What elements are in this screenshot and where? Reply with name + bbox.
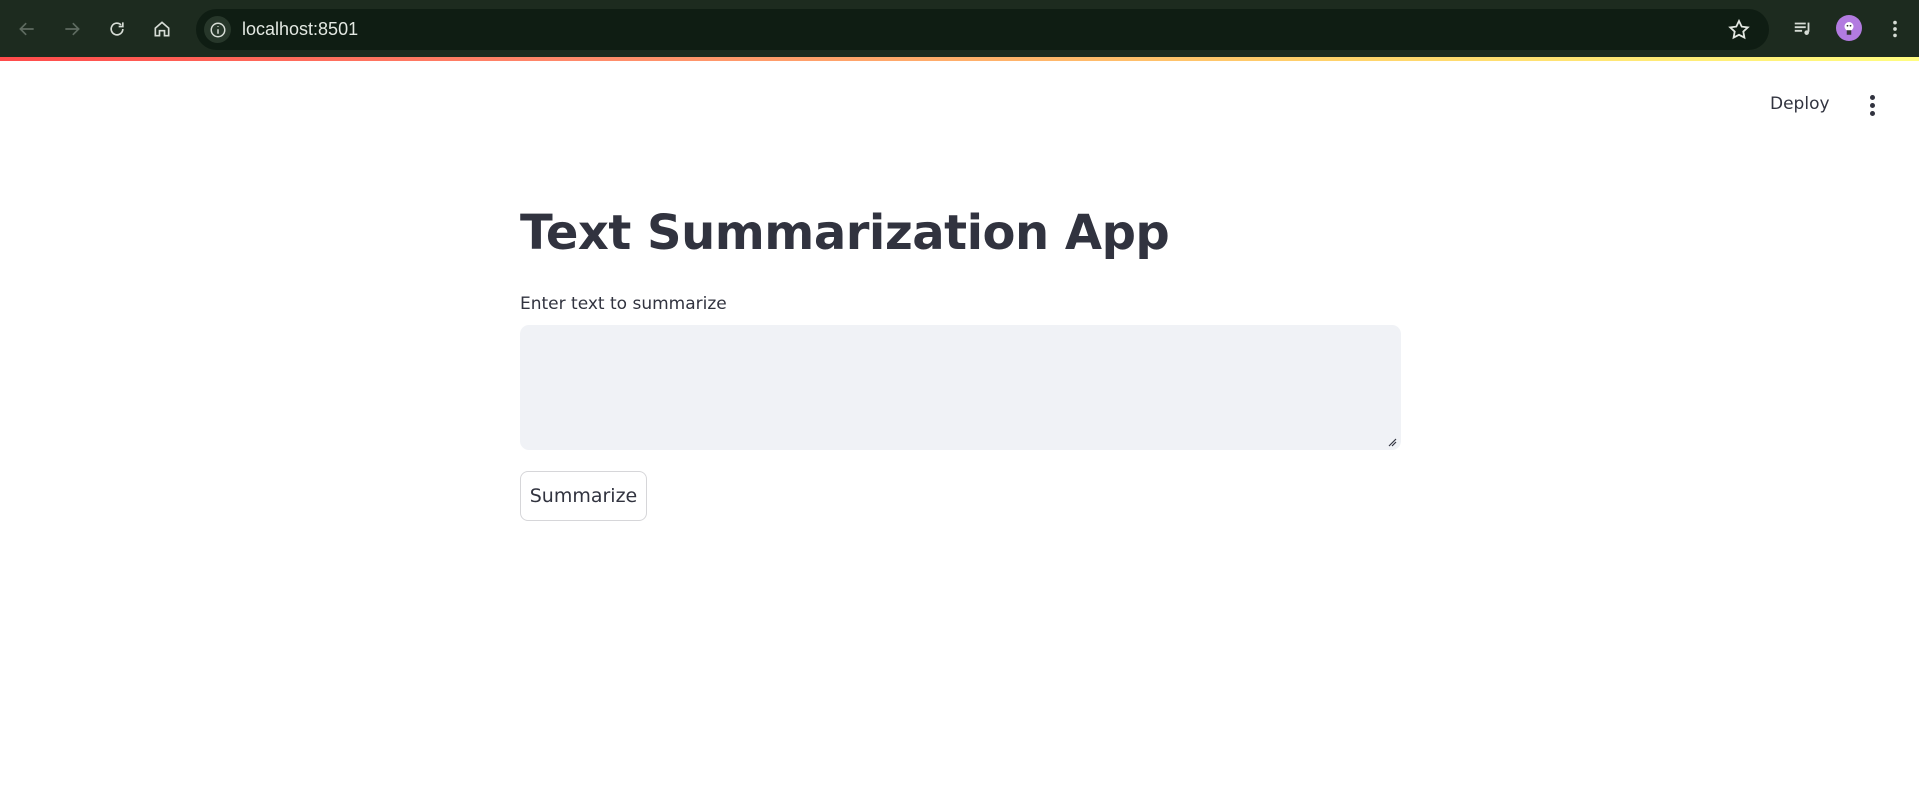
text-input-label: Enter text to summarize xyxy=(520,294,727,314)
deploy-button[interactable]: Deploy xyxy=(1770,92,1830,116)
forward-icon xyxy=(65,22,80,36)
summarize-button[interactable]: Summarize xyxy=(520,471,647,521)
media-queue-icon xyxy=(1794,22,1810,35)
summary-text-input[interactable] xyxy=(520,325,1401,450)
browser-menu-icon xyxy=(1893,20,1897,38)
home-button[interactable] xyxy=(145,12,179,46)
browser-menu-button[interactable] xyxy=(1880,14,1910,44)
resize-handle-icon[interactable] xyxy=(1387,437,1397,447)
bookmark-star-icon[interactable] xyxy=(1727,18,1751,42)
header-decoration-bar xyxy=(0,57,1919,61)
address-bar[interactable]: localhost:8501 xyxy=(196,9,1769,50)
profile-avatar[interactable] xyxy=(1836,15,1862,41)
media-queue-button[interactable] xyxy=(1788,14,1818,44)
site-info-icon xyxy=(210,22,225,37)
main-menu-button[interactable] xyxy=(1860,92,1884,118)
reload-icon xyxy=(110,22,124,36)
site-info-button[interactable] xyxy=(204,16,231,43)
url-text[interactable]: localhost:8501 xyxy=(242,19,358,40)
back-icon xyxy=(19,22,34,36)
back-button[interactable] xyxy=(10,12,44,46)
profile-icon xyxy=(1844,22,1854,35)
reload-button[interactable] xyxy=(100,12,134,46)
browser-toolbar: localhost:8501 xyxy=(0,0,1919,58)
home-icon xyxy=(154,21,170,37)
page-title: Text Summarization App xyxy=(520,205,1170,261)
kebab-menu-icon xyxy=(1869,94,1875,100)
forward-button[interactable] xyxy=(55,12,89,46)
